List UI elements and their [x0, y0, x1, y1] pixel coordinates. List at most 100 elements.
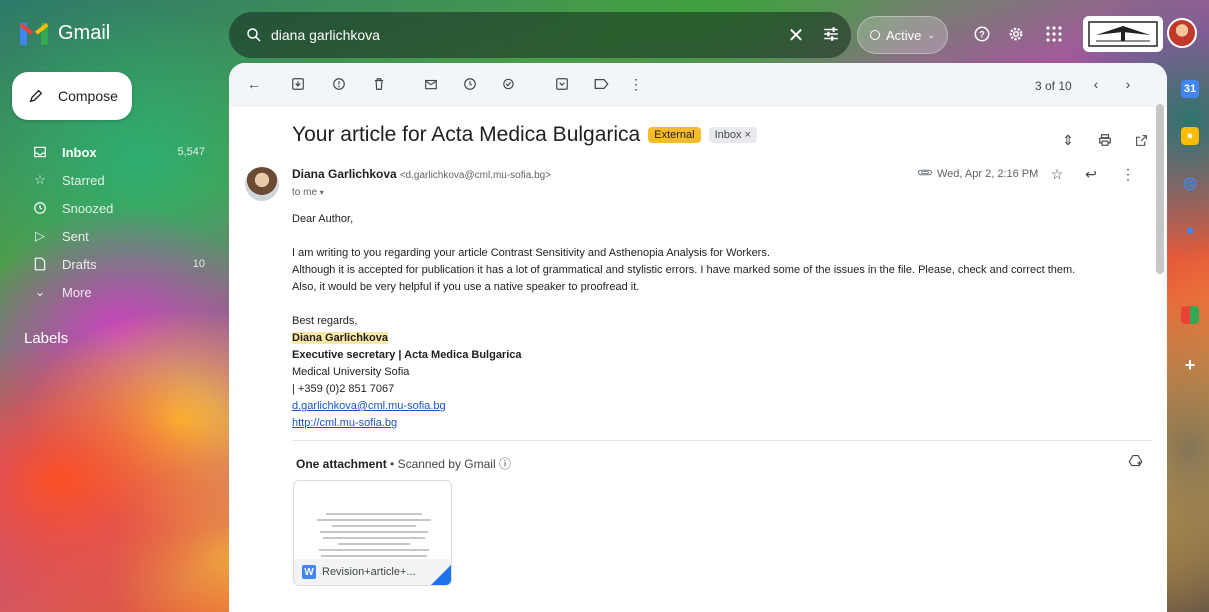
external-badge: External — [648, 127, 701, 143]
add-to-drive-icon[interactable] — [1126, 451, 1144, 469]
attachment-preview — [314, 509, 434, 561]
message-subject: Your article for Acta Medica Bulgarica — [292, 123, 641, 146]
compose-label: Compose — [58, 88, 118, 104]
signature-title: Executive secretary | Acta Medica Bulgar… — [292, 349, 522, 361]
body-paragraph: Also, it would be very helpful if you us… — [292, 281, 640, 293]
inbox-icon — [32, 144, 48, 160]
sender-name[interactable]: Diana Garlichkova — [292, 167, 397, 181]
divider — [292, 440, 1152, 441]
attachment-file-name: Revision+article+... — [322, 566, 416, 578]
compose-button[interactable]: Compose — [12, 72, 132, 120]
attachments-heading: One attachment • Scanned by Gmail ⓘ — [296, 455, 511, 472]
subject-row: Your article for Acta Medica Bulgarica E… — [292, 123, 757, 147]
attachment-count: One attachment — [296, 457, 387, 471]
inbox-label-chip[interactable]: Inbox × — [708, 127, 757, 143]
recipient-details[interactable]: to me ▾ — [292, 187, 324, 198]
word-doc-icon: W — [302, 565, 316, 579]
label-icon[interactable] — [592, 75, 610, 93]
star-icon[interactable]: ☆ — [1048, 165, 1066, 183]
collapse-all-icon[interactable]: ⇕ — [1059, 131, 1077, 149]
add-on-icon[interactable] — [1181, 306, 1199, 324]
drafts-count: 10 — [192, 258, 205, 270]
sidebar-item-label: More — [62, 284, 92, 300]
attachment-card[interactable]: W Revision+article+... — [293, 480, 452, 586]
status-label: Active — [886, 27, 922, 43]
report-spam-icon[interactable] — [330, 75, 348, 93]
get-add-ons-plus-icon[interactable]: + — [1181, 355, 1199, 375]
help-icon[interactable]: ? — [972, 24, 992, 44]
sidebar-item-inbox[interactable]: Inbox 5,547 — [0, 138, 215, 166]
gmail-logo[interactable]: Gmail — [19, 22, 111, 45]
mark-unread-icon[interactable] — [422, 75, 440, 93]
sidebar-item-starred[interactable]: ☆ Starred — [0, 166, 215, 194]
sender-line: Diana Garlichkova <d.garlichkova@cml.mu-s… — [292, 167, 551, 181]
status-dot-icon — [870, 30, 881, 40]
clear-search-icon[interactable]: ✕ — [781, 23, 811, 48]
scan-status: • Scanned by Gmail ⓘ — [390, 457, 511, 471]
unread-count: 5,547 — [177, 146, 205, 158]
move-to-icon[interactable] — [553, 75, 571, 93]
clock-icon — [32, 200, 48, 216]
attachment-corner-fold — [431, 565, 451, 585]
sender-avatar[interactable] — [245, 167, 279, 201]
sidebar-item-label: Snoozed — [62, 200, 114, 216]
gmail-m-icon — [19, 22, 49, 45]
draft-icon — [32, 256, 48, 272]
sidebar-item-drafts[interactable]: Drafts 10 — [0, 250, 215, 278]
open-new-window-icon[interactable] — [1132, 131, 1150, 149]
calendar-icon[interactable]: 31 — [1181, 80, 1199, 98]
body-paragraph: I am writing to you regarding your artic… — [292, 247, 770, 259]
back-arrow-icon[interactable]: ← — [245, 75, 263, 93]
older-chevron-icon[interactable]: › — [1119, 75, 1137, 93]
pagination-count: 3 of 10 — [1035, 79, 1072, 93]
chevron-down-icon: ⌄ — [34, 284, 46, 299]
signature-email-link[interactable]: d.garlichkova@cml.mu-sofia.bg — [292, 400, 446, 412]
newer-chevron-icon[interactable]: ‹ — [1087, 75, 1105, 93]
signature-name: Diana Garlichkova — [292, 332, 388, 344]
search-input[interactable]: diana garlichkova — [271, 27, 781, 43]
archive-icon[interactable] — [289, 75, 307, 93]
search-bar[interactable]: diana garlichkova ✕ — [229, 12, 851, 58]
sidebar-item-label: Drafts — [62, 256, 97, 272]
pencil-icon — [29, 89, 43, 103]
signature-organization: Medical University Sofia — [292, 366, 410, 378]
sidebar-item-snoozed[interactable]: Snoozed — [0, 194, 215, 222]
status-active-button[interactable]: Active ⌄ — [857, 16, 948, 54]
settings-gear-icon[interactable] — [1006, 24, 1026, 44]
attachment-clip-icon — [918, 168, 932, 180]
more-vert-icon[interactable]: ⋮ — [627, 75, 645, 93]
message-toolbar: ← ⋮ 3 of 10 ‹ › — [229, 63, 1167, 107]
scrollbar[interactable] — [1156, 104, 1164, 274]
app-name: Gmail — [58, 22, 111, 44]
message-body: Dear Author, I am writing to you regardi… — [292, 211, 1152, 432]
caret-down-icon: ▾ — [319, 188, 324, 197]
add-to-tasks-icon[interactable] — [500, 75, 518, 93]
print-icon[interactable] — [1096, 131, 1114, 149]
recipient-label: to me — [292, 187, 318, 198]
svg-text:?: ? — [979, 29, 985, 39]
search-icon[interactable] — [245, 26, 263, 44]
sidebar-item-sent[interactable]: ▷ Sent — [0, 222, 215, 250]
sidebar-item-label: Starred — [62, 172, 105, 188]
star-icon: ☆ — [34, 172, 46, 187]
sidebar-item-more[interactable]: ⌄ More — [0, 278, 215, 306]
apps-grid-icon[interactable] — [1044, 24, 1064, 44]
sidebar-nav: Inbox 5,547 ☆ Starred Snoozed ▷ Sent Dra… — [0, 138, 215, 306]
search-options-icon[interactable] — [811, 25, 851, 46]
tasks-icon[interactable]: ◎ — [1181, 174, 1199, 192]
labels-heading: Labels — [24, 330, 69, 347]
message-more-vert-icon[interactable]: ⋮ — [1119, 165, 1137, 183]
message-date: Wed, Apr 2, 2:16 PM — [918, 168, 1038, 180]
delete-icon[interactable] — [370, 75, 388, 93]
keep-icon[interactable]: ● — [1181, 127, 1199, 145]
signature-url-link[interactable]: http://cml.mu-sofia.bg — [292, 417, 397, 429]
attachment-footer: W Revision+article+... — [294, 559, 451, 585]
top-bar: Gmail diana garlichkova ✕ Active ⌄ ? — [0, 0, 1209, 62]
snooze-clock-icon[interactable] — [461, 75, 479, 93]
contacts-icon[interactable]: ● — [1181, 221, 1199, 239]
account-avatar[interactable] — [1167, 18, 1197, 48]
message-view: ← ⋮ 3 of 10 ‹ › Your article for Acta Me… — [229, 63, 1167, 612]
organization-logo[interactable] — [1083, 16, 1163, 52]
reply-icon[interactable]: ↩ — [1082, 165, 1100, 183]
body-paragraph: Although it is accepted for publication … — [292, 264, 1076, 276]
